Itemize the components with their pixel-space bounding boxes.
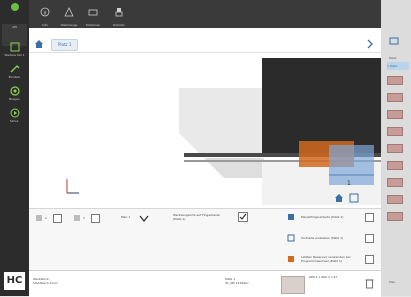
swatch-item[interactable]: [387, 212, 403, 221]
tools-icon: [64, 7, 74, 17]
swatch-item[interactable]: [387, 110, 403, 119]
app-menu-button[interactable]: [2, 2, 27, 24]
part-thumbnail: [281, 276, 305, 294]
toolbar-label: Roboter: [113, 23, 125, 27]
field1-value: 1: [45, 216, 47, 220]
tools-button[interactable]: Werkzeuge: [57, 2, 81, 27]
logo: HC: [4, 272, 25, 290]
home-icon[interactable]: [34, 39, 44, 49]
right-item-label: Vorbiede einstellen (Platz 1): [301, 236, 344, 240]
machine-3d-view[interactable]: 1: [29, 53, 381, 205]
swatch-item[interactable]: [387, 144, 403, 153]
trash-icon[interactable]: [365, 278, 374, 289]
top-toolbar: Info Werkzeuge Stationen Roboter: [29, 0, 381, 28]
wrench-icon: [10, 65, 19, 73]
swatch-item[interactable]: [387, 178, 403, 187]
field3-label: Plan 1: [121, 215, 131, 219]
tool-icon: [36, 215, 42, 221]
machine-body-left: [179, 88, 264, 153]
sidebar-item-bend[interactable]: Biegen: [2, 86, 27, 108]
swatch-item[interactable]: [387, 161, 403, 170]
swatch-item[interactable]: [387, 76, 403, 85]
blue-part: [329, 145, 374, 185]
status-left-text: Werkstück: Stahlblech 2mm: [33, 277, 58, 285]
bend-icon: [9, 86, 20, 96]
status-right-text: 089.1 x 960.1 x 97: [309, 275, 338, 279]
info-icon: [40, 7, 50, 17]
info-button[interactable]: Info: [33, 2, 57, 27]
field2-checkbox[interactable]: [91, 214, 100, 223]
sidebar-item-settings[interactable]: Einstell.: [2, 64, 27, 86]
sidebar-item-simulate[interactable]: Simul.: [2, 108, 27, 130]
sidebar-item-label: Einstell.: [8, 75, 21, 79]
panel-footer: Plan: [389, 280, 396, 284]
right-item-checkbox[interactable]: [365, 255, 374, 264]
sidebar-item-label: Simul.: [9, 119, 20, 123]
prebend-icon: [287, 234, 295, 242]
tab-platz-1[interactable]: Platz 1: [51, 39, 79, 51]
sidebar-item-label: Biegen: [9, 97, 20, 101]
breadcrumb: Platz 1: [29, 36, 381, 53]
chevron-down-icon[interactable]: [139, 214, 149, 223]
sidebar-item-pages[interactable]: Weitere Teil 1: [2, 42, 27, 64]
left-sidebar: API Weitere Teil 1 Einstell. Biegen Simu…: [0, 0, 29, 296]
right-panel: Palet 1 Platz Plan: [381, 0, 411, 296]
station-icon: [88, 9, 98, 16]
panel-selected[interactable]: 1 Platz: [387, 62, 409, 70]
field1-checkbox[interactable]: [53, 214, 62, 223]
pages-icon: [10, 42, 19, 52]
swatch-item[interactable]: [387, 93, 403, 102]
play-icon: [10, 108, 19, 118]
robot-button[interactable]: Roboter: [107, 2, 131, 27]
status-middle-text: Platz 1 31_MS 1234abc: [225, 277, 249, 285]
app-icon: [10, 3, 19, 11]
tool-side-checkbox[interactable]: [238, 212, 248, 222]
tool-icon: [74, 215, 80, 221]
machine-scene: [66, 58, 381, 205]
fit-view-icon[interactable]: [349, 193, 359, 203]
right-item-label: Planabfolgeumkehr (Platz 1): [301, 215, 344, 219]
stations-button[interactable]: Stationen: [81, 2, 105, 27]
toolbar-label: Info: [42, 23, 48, 27]
robot-icon: [115, 8, 123, 17]
options-panel: 1 1 Plan 1 Werkzeugsorte auf Fingerbeide…: [29, 208, 381, 271]
sidebar-item-label: API: [12, 25, 17, 29]
field2-value: 1: [83, 216, 85, 220]
sidebar-item-label: Weitere Teil 1: [4, 53, 25, 57]
right-item-checkbox[interactable]: [365, 213, 374, 222]
right-item-checkbox[interactable]: [365, 234, 374, 243]
swatch-item[interactable]: [387, 127, 403, 136]
panel-header: Palet: [389, 56, 397, 60]
station-number: 1: [347, 180, 351, 187]
chevron-right-icon[interactable]: [366, 39, 374, 49]
reservoir-icon: [288, 256, 294, 262]
home-view-icon[interactable]: [334, 193, 344, 203]
folder-icon[interactable]: [389, 36, 399, 46]
sequence-icon: [288, 214, 294, 220]
right-item-label: Letzten Reservoir verwenden bei Programm…: [301, 255, 351, 263]
toolbar-label: Werkzeuge: [60, 23, 78, 27]
swatch-item[interactable]: [387, 195, 403, 204]
status-bar: Werkstück: Stahlblech 2mm Platz 1 31_MS …: [29, 270, 381, 297]
toolbar-label: Stationen: [85, 23, 101, 27]
tool-side-label: Werkzeugsorte auf Fingerbeide (Platz 1): [173, 213, 220, 221]
